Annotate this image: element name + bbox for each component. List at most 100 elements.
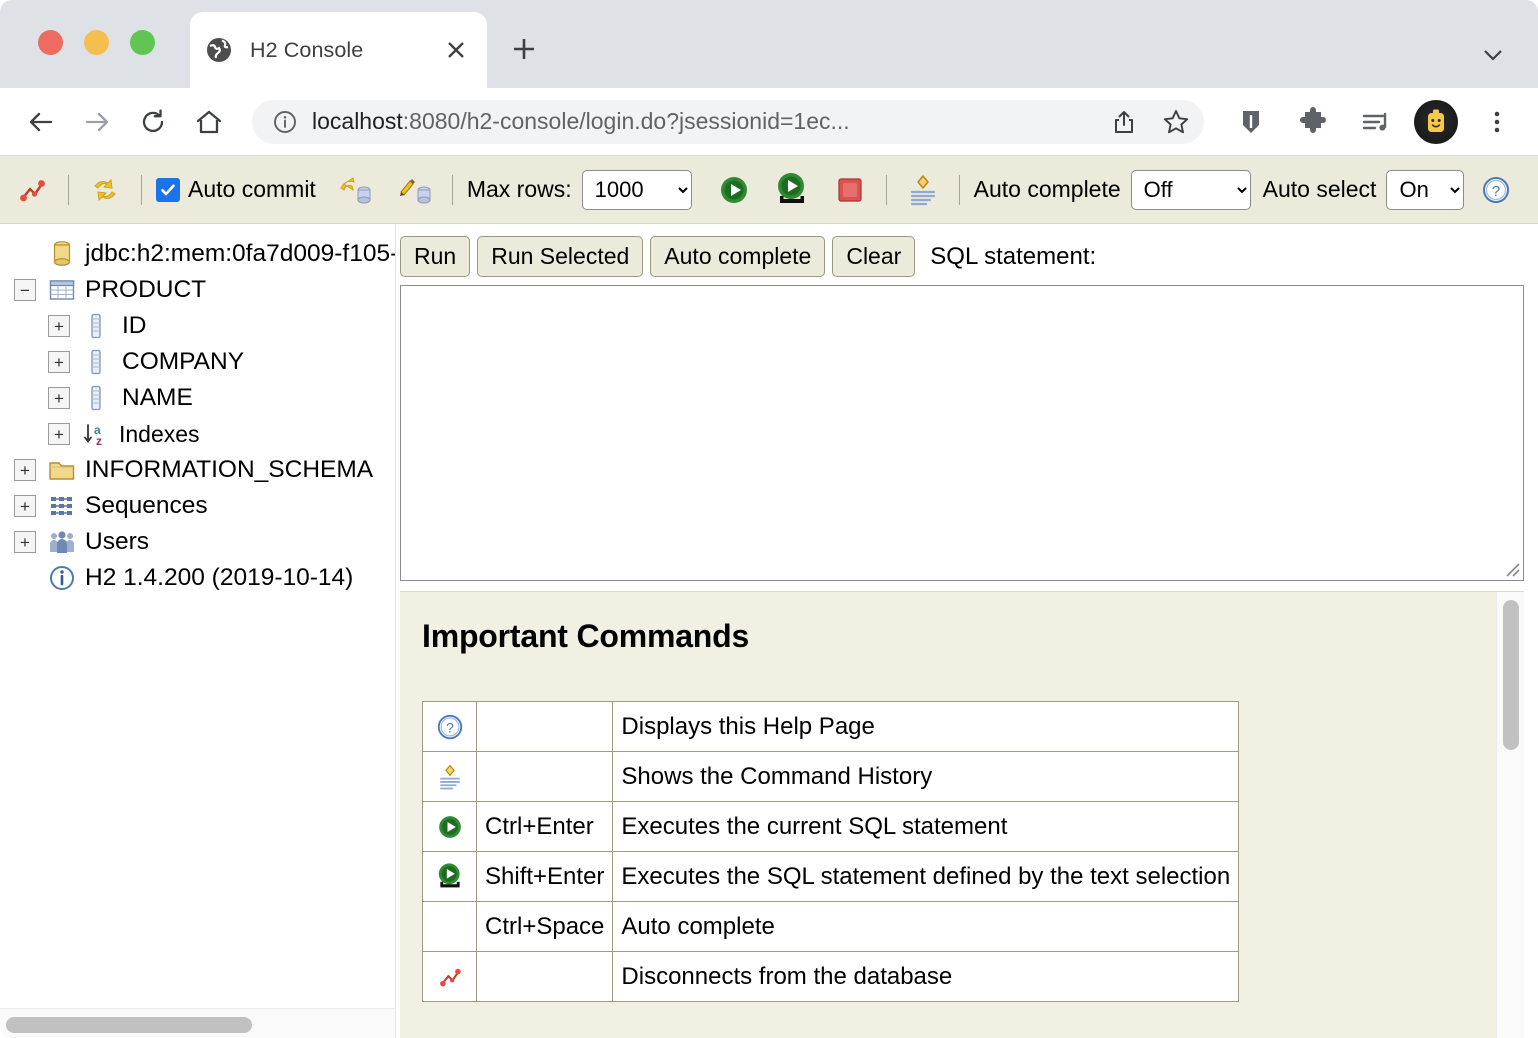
close-window-button[interactable] <box>38 30 63 55</box>
textarea-resize-handle[interactable] <box>1501 558 1521 578</box>
rollback-icon[interactable] <box>334 168 378 212</box>
star-icon[interactable] <box>1156 102 1196 142</box>
command-history-icon[interactable] <box>901 168 945 212</box>
auto-commit-checkbox[interactable] <box>156 177 180 202</box>
index-sort-icon: a z <box>82 420 110 448</box>
back-button[interactable] <box>18 99 64 145</box>
run-selected-green-icon[interactable] <box>770 168 814 212</box>
table-row: Ctrl+Enter Executes the current SQL stat… <box>422 801 1240 853</box>
forward-button[interactable] <box>74 99 120 145</box>
tree-item-connection[interactable]: jdbc:h2:mem:0fa7d009-f105-426a <box>0 236 395 272</box>
table-row: ? Displays this Help Page <box>422 701 1240 753</box>
svg-text:z: z <box>96 434 102 447</box>
command-history-icon[interactable] <box>431 761 468 793</box>
media-list-icon[interactable] <box>1352 99 1398 145</box>
tree-horizontal-scrollbar[interactable] <box>0 1008 395 1038</box>
tree-toggle-expand[interactable]: + <box>14 495 36 517</box>
table-icon <box>48 276 76 304</box>
tree-item-label: Indexes <box>119 420 200 447</box>
tree-item-label: H2 1.4.200 (2019-10-14) <box>85 564 354 591</box>
run-selected-green-icon[interactable] <box>431 860 468 894</box>
command-desc-cell: Auto complete <box>612 901 1240 953</box>
tree-item-product[interactable]: − PRODUCT <box>0 272 395 308</box>
h2-console-app: Auto commit Max rows: 1000 Auto complete… <box>0 156 1538 1038</box>
tree-item-indexes[interactable]: + a z Indexes <box>0 416 395 452</box>
sql-statement-input[interactable] <box>401 286 1523 581</box>
tree-item-column-id[interactable]: + ID <box>0 308 395 344</box>
tree-toggle-expand[interactable]: + <box>14 531 36 553</box>
refresh-icon[interactable] <box>83 168 127 212</box>
command-desc-cell: Executes the current SQL statement <box>612 801 1240 853</box>
tree-toggle-expand[interactable]: + <box>48 423 70 445</box>
help-scrollbar-thumb[interactable] <box>1503 600 1519 751</box>
home-button[interactable] <box>186 99 232 145</box>
command-icon-cell <box>422 851 477 903</box>
tree-item-label: Sequences <box>85 492 208 519</box>
toolbar-divider <box>451 174 453 205</box>
share-icon[interactable] <box>1104 102 1144 142</box>
disconnect-icon[interactable] <box>431 962 468 992</box>
tree-toggle-expand[interactable]: + <box>48 315 70 337</box>
max-rows-label: Max rows: <box>466 176 572 202</box>
tree-item-column-name[interactable]: + NAME <box>0 380 395 416</box>
info-circle-icon[interactable] <box>272 109 298 135</box>
back-arrow-icon <box>26 107 56 137</box>
run-selected-button[interactable]: Run Selected <box>477 236 644 278</box>
help-vertical-scrollbar[interactable] <box>1496 592 1524 1038</box>
puzzle-extension-icon[interactable] <box>1290 99 1336 145</box>
run-green-icon[interactable] <box>712 168 756 212</box>
run-green-icon[interactable] <box>431 812 468 842</box>
tree-item-label: COMPANY <box>122 348 245 375</box>
three-dot-menu-icon[interactable] <box>1474 99 1520 145</box>
help-circle-icon[interactable]: ? <box>431 712 468 742</box>
browser-extension-icons <box>1228 99 1520 145</box>
shield-icon[interactable] <box>1228 99 1274 145</box>
tab-search-button[interactable] <box>1478 40 1508 70</box>
maximize-window-button[interactable] <box>130 30 155 55</box>
help-panel: Important Commands ? Displays this Help … <box>400 591 1524 1038</box>
run-button[interactable]: Run <box>400 236 471 278</box>
tree-toggle-expand[interactable]: + <box>14 459 36 481</box>
tree-item-information-schema[interactable]: + INFORMATION_SCHEMA <box>0 452 395 488</box>
help-circle-icon[interactable]: ? <box>1474 168 1518 212</box>
table-row: Shows the Command History <box>422 751 1240 803</box>
column-icon <box>82 348 110 376</box>
command-desc-cell: Displays this Help Page <box>612 701 1240 753</box>
auto-complete-select[interactable]: Off <box>1130 169 1251 210</box>
auto-select-label: Auto select <box>1262 176 1377 202</box>
tree-item-column-company[interactable]: + COMPANY <box>0 344 395 380</box>
plus-icon <box>509 34 539 64</box>
command-key-cell: Ctrl+Space <box>475 901 614 953</box>
command-icon-cell <box>422 751 477 803</box>
tree-item-users[interactable]: + Users <box>0 524 395 560</box>
stop-red-icon[interactable] <box>828 168 872 212</box>
sql-button-bar: Run Run Selected Auto complete Clear SQL… <box>396 224 1538 285</box>
max-rows-select[interactable]: 1000 <box>581 169 692 210</box>
database-tree-pane: jdbc:h2:mem:0fa7d009-f105-426a − <box>0 224 396 1038</box>
commit-icon[interactable] <box>394 168 438 212</box>
clear-button[interactable]: Clear <box>832 236 916 278</box>
auto-select-select[interactable]: On <box>1386 169 1465 210</box>
browser-tab-h2-console[interactable]: H2 Console <box>190 12 487 88</box>
auto-commit-label: Auto commit <box>188 176 316 202</box>
table-row: Ctrl+Space Auto complete <box>422 901 1240 953</box>
tree-toggle-expand[interactable]: + <box>48 351 70 373</box>
auto-commit-toggle[interactable]: Auto commit <box>156 176 316 203</box>
new-tab-button[interactable] <box>501 26 547 72</box>
command-icon-cell <box>422 801 477 853</box>
reload-button[interactable] <box>130 99 176 145</box>
users-icon <box>48 528 76 556</box>
tree-item-label: jdbc:h2:mem:0fa7d009-f105-426a <box>85 240 396 267</box>
address-bar[interactable]: localhost:8080/h2-console/login.do?jsess… <box>252 99 1204 144</box>
tree-item-sequences[interactable]: + Sequences <box>0 488 395 524</box>
close-icon[interactable] <box>443 37 469 63</box>
disconnect-icon[interactable] <box>10 168 54 212</box>
svg-text:?: ? <box>446 719 454 735</box>
minimize-window-button[interactable] <box>84 30 109 55</box>
auto-complete-button[interactable]: Auto complete <box>650 236 826 278</box>
tree-scrollbar-thumb[interactable] <box>6 1017 252 1033</box>
command-key-cell <box>475 951 614 1003</box>
avatar[interactable] <box>1414 99 1458 144</box>
tree-toggle-collapse[interactable]: − <box>14 279 36 301</box>
tree-toggle-expand[interactable]: + <box>48 387 70 409</box>
